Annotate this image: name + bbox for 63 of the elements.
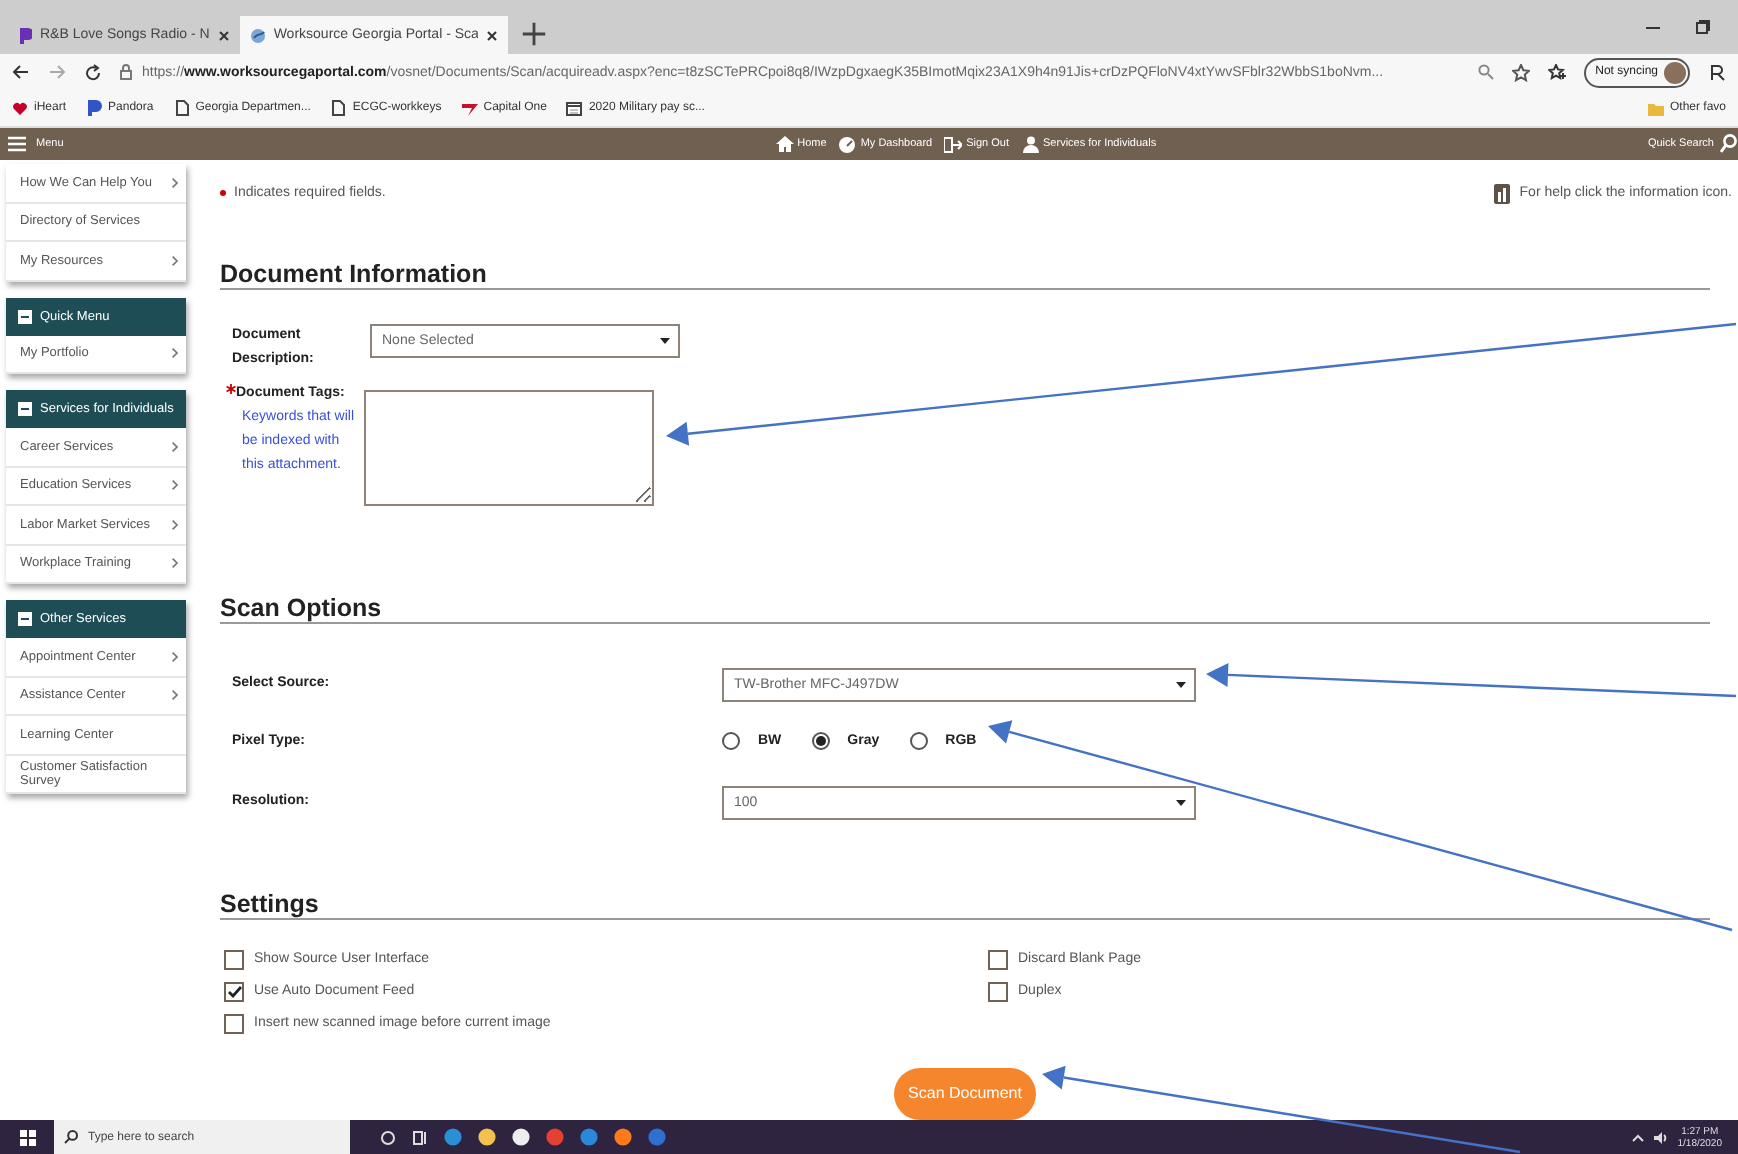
dropdown-caret-icon — [660, 337, 670, 344]
checkbox[interactable] — [224, 981, 244, 1002]
chevron-right-icon — [172, 480, 178, 491]
close-icon[interactable] — [217, 29, 230, 41]
chevron-right-icon — [172, 177, 178, 188]
circle-icon[interactable] — [380, 1129, 396, 1145]
new-tab-icon[interactable] — [520, 20, 549, 48]
radio-button[interactable] — [909, 732, 928, 751]
search-icon — [64, 1130, 78, 1144]
chevron-right-icon — [172, 690, 178, 701]
favorites-icon[interactable] — [1547, 63, 1566, 81]
page-icon — [173, 100, 190, 116]
person-icon — [1021, 135, 1040, 153]
site-logo-icon — [18, 27, 32, 43]
chevron-right-icon — [172, 348, 178, 359]
lock-icon — [120, 64, 132, 80]
swoosh-icon — [461, 100, 478, 116]
checkbox[interactable] — [224, 1013, 244, 1034]
chevron-right-icon — [172, 441, 178, 452]
checkbox[interactable] — [224, 949, 244, 970]
checkbox[interactable] — [988, 949, 1008, 970]
required-marker-icon — [220, 190, 226, 197]
collapse-icon — [18, 309, 32, 323]
windows-logo-icon[interactable] — [19, 1129, 35, 1145]
info-icon[interactable] — [1493, 183, 1510, 204]
heart-icon — [12, 100, 28, 116]
avatar-icon — [1664, 61, 1686, 83]
globe-icon — [249, 27, 266, 43]
chevron-right-icon — [172, 519, 178, 530]
collapse-icon — [18, 402, 32, 416]
read-aloud-icon[interactable] — [1708, 63, 1726, 81]
home-icon — [775, 135, 794, 153]
page-icon — [330, 100, 347, 116]
sign-out-icon — [944, 135, 963, 153]
zoom-icon[interactable] — [1477, 64, 1494, 80]
chevron-right-icon — [172, 651, 178, 662]
close-icon[interactable] — [486, 29, 499, 41]
speaker-icon[interactable] — [1653, 1131, 1668, 1143]
tags-field[interactable] — [364, 389, 654, 506]
task-view-icon[interactable] — [412, 1129, 428, 1145]
chevron-up-icon[interactable] — [1631, 1133, 1644, 1141]
chevron-right-icon — [172, 255, 178, 266]
radio-button[interactable] — [811, 732, 830, 751]
calendar-icon — [566, 100, 583, 116]
star-icon[interactable] — [1511, 63, 1530, 81]
chevron-right-icon — [172, 558, 178, 569]
collapse-icon — [18, 612, 32, 626]
menu-icon — [8, 136, 26, 152]
back-icon[interactable] — [12, 64, 30, 80]
section-heading: Settings — [220, 889, 1710, 920]
radio-button[interactable] — [722, 732, 740, 751]
section-heading: Document Information — [220, 259, 1710, 290]
search-icon — [1719, 134, 1738, 154]
restore-icon[interactable] — [1696, 20, 1710, 34]
checkmark-icon — [227, 985, 241, 998]
dropdown-caret-icon — [1176, 681, 1186, 688]
dropdown-caret-icon — [1176, 799, 1186, 806]
gauge-icon — [838, 135, 857, 153]
checkbox[interactable] — [988, 981, 1008, 1002]
refresh-icon[interactable] — [84, 63, 102, 81]
section-heading: Scan Options — [220, 593, 1710, 624]
folder-icon — [1647, 101, 1664, 115]
letter-p-icon — [86, 100, 103, 116]
